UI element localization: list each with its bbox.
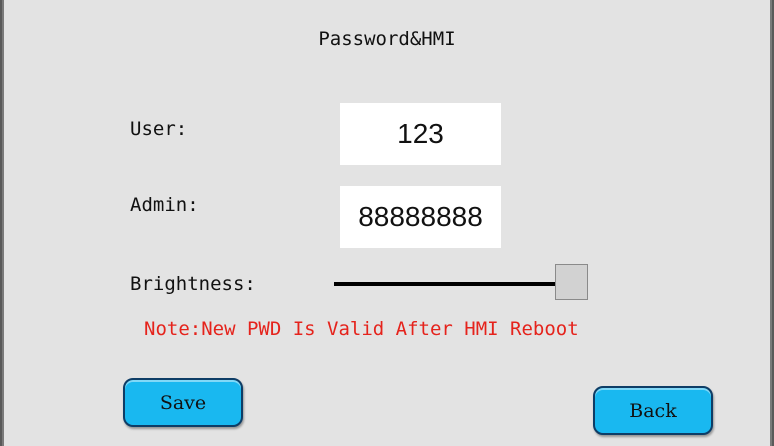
user-field[interactable]: 123 bbox=[340, 103, 501, 165]
back-button[interactable]: Back bbox=[593, 386, 713, 435]
admin-field[interactable]: 88888888 bbox=[340, 186, 501, 248]
brightness-slider-track[interactable] bbox=[334, 282, 559, 286]
save-button[interactable]: Save bbox=[123, 378, 243, 427]
brightness-slider-handle[interactable] bbox=[555, 264, 588, 300]
admin-label: Admin: bbox=[130, 194, 199, 216]
reboot-note: Note:New PWD Is Valid After HMI Reboot bbox=[144, 318, 579, 340]
page-title: Password&HMI bbox=[318, 28, 456, 50]
user-label: User: bbox=[130, 118, 188, 140]
settings-panel: Password&HMI User: 123 Admin: 88888888 B… bbox=[2, 0, 772, 446]
brightness-label: Brightness: bbox=[130, 273, 256, 295]
